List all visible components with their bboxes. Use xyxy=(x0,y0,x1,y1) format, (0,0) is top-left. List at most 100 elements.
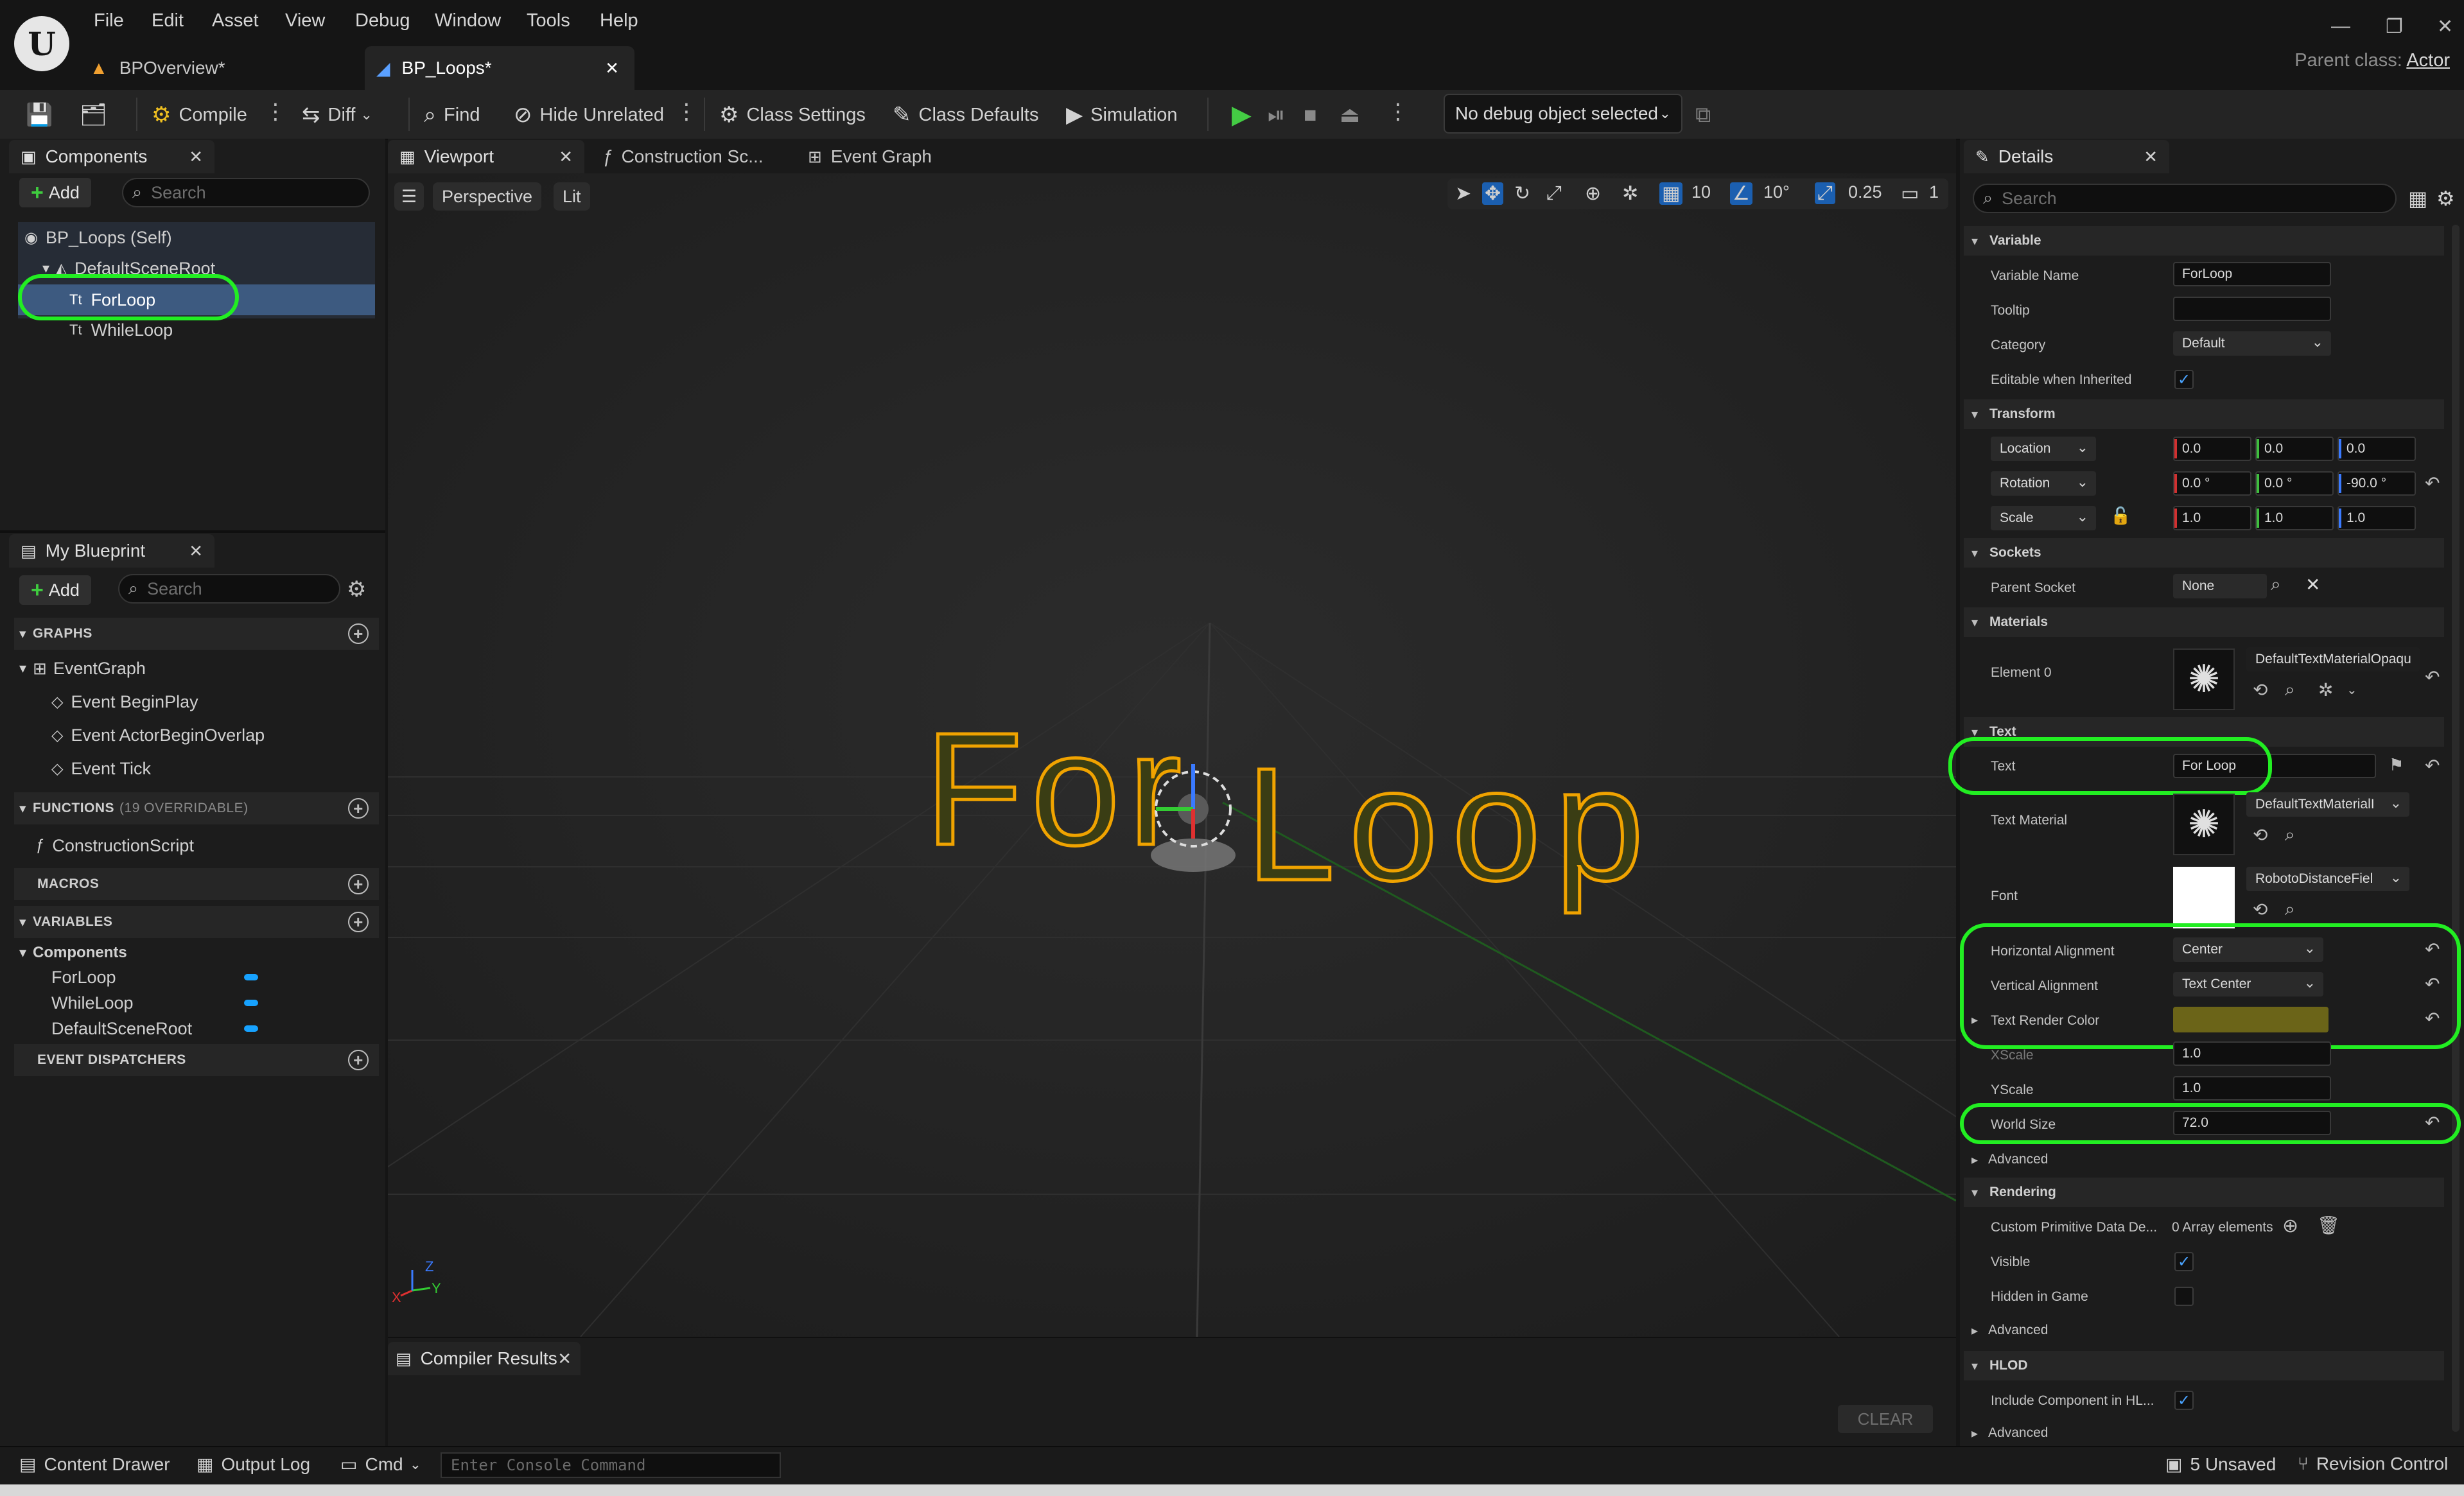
menu-debug[interactable]: Debug xyxy=(355,10,410,31)
settings-gear-icon[interactable]: ⚙ xyxy=(2436,186,2455,211)
variables-section[interactable]: ▾ VARIABLES + xyxy=(14,906,379,938)
scale-snap-value[interactable]: 0.25 xyxy=(1848,182,1882,202)
construction-script-item[interactable]: ƒ ConstructionScript xyxy=(36,829,194,862)
find-button[interactable]: ⌕ Find xyxy=(424,96,480,134)
details-tab[interactable]: ✎ Details ✕ xyxy=(1964,140,2169,173)
rotation-x-field[interactable]: 0.0 ° xyxy=(2173,471,2251,496)
rotation-snap-icon[interactable]: ∠ xyxy=(1730,182,1752,205)
event-beginplay-item[interactable]: ◇ Event BeginPlay xyxy=(51,685,198,718)
output-log-button[interactable]: ▦ Output Log xyxy=(197,1454,310,1475)
viewport-menu-icon[interactable]: ☰ xyxy=(394,182,424,211)
details-scrollbar[interactable] xyxy=(2452,225,2460,1432)
parent-class-link[interactable]: Actor xyxy=(2406,50,2450,71)
clear-button[interactable]: CLEAR xyxy=(1838,1405,1933,1433)
cmd-select[interactable]: ▭ Cmd ⌄ xyxy=(340,1454,421,1475)
add-member-button[interactable]: + Add xyxy=(19,575,91,605)
visible-checkbox[interactable]: ✓ xyxy=(2174,1252,2194,1271)
add-macro-icon[interactable]: + xyxy=(348,874,369,894)
tab-bpoverview[interactable]: ▲ BPOverview* xyxy=(90,46,360,90)
hide-unrelated-button[interactable]: ⊘ Hide Unrelated xyxy=(514,96,664,134)
property-matrix-icon[interactable]: ▦ xyxy=(2408,186,2427,211)
material-options-icon[interactable]: ✲ xyxy=(2318,679,2333,700)
camera-speed-value[interactable]: 1 xyxy=(1929,182,1939,202)
use-selected-icon[interactable]: ⟲ xyxy=(2253,679,2267,700)
close-icon[interactable]: ✕ xyxy=(559,147,573,167)
compile-button[interactable]: ⚙ Compile xyxy=(152,96,247,134)
debug-object-select[interactable]: No debug object selected ⌄ xyxy=(1444,94,1682,134)
class-defaults-button[interactable]: ✎ Class Defaults xyxy=(893,96,1038,134)
hlod-advanced-row[interactable]: ▸ Advanced xyxy=(1964,1422,2444,1445)
play-options-icon[interactable]: ⋮ xyxy=(1387,99,1409,125)
menu-edit[interactable]: Edit xyxy=(152,10,184,31)
text-material-thumbnail[interactable]: ✺ xyxy=(2173,794,2235,855)
sockets-section[interactable]: ▾ Sockets xyxy=(1964,538,2444,568)
eject-icon[interactable]: ⏏ xyxy=(1340,96,1368,134)
menu-asset[interactable]: Asset xyxy=(212,10,259,31)
settings-gear-icon[interactable]: ⚙ xyxy=(347,577,366,602)
unreal-logo-icon[interactable]: U xyxy=(14,16,69,71)
reset-to-default-icon[interactable]: ↶ xyxy=(2425,666,2440,688)
xscale-field[interactable]: 1.0 xyxy=(2173,1041,2331,1066)
close-icon[interactable]: ✕ xyxy=(2144,147,2158,167)
coordinate-space-icon[interactable]: ⊕ xyxy=(1585,182,1601,205)
editable-when-inherited-checkbox[interactable]: ✓ xyxy=(2174,370,2194,389)
transform-section[interactable]: ▾ Transform xyxy=(1964,399,2444,429)
add-dispatcher-icon[interactable]: + xyxy=(348,1050,369,1070)
menu-view[interactable]: View xyxy=(285,10,325,31)
scale-mode-select[interactable]: Scale ⌄ xyxy=(1991,506,2096,530)
revision-control-button[interactable]: ⑂ Revision Control xyxy=(2298,1454,2448,1474)
diff-button[interactable]: ⇆ Diff ⌄ xyxy=(302,96,372,134)
tab-bp-loops[interactable]: ◢ BP_Loops* ✕ xyxy=(365,46,634,90)
for-loop-text-render[interactable]: For Loop xyxy=(912,687,1740,931)
minimize-icon[interactable]: — xyxy=(2331,15,2350,37)
translate-icon[interactable]: ✥ xyxy=(1482,182,1504,205)
select-mode-icon[interactable]: ➤ xyxy=(1455,182,1471,205)
viewport-canvas[interactable]: ☰ Perspective Lit For Loop X Y Z xyxy=(388,173,1956,1337)
localization-flag-icon[interactable]: ⚑ xyxy=(2389,755,2404,775)
use-selected-icon[interactable]: ⟲ xyxy=(2253,899,2267,920)
scale-x-field[interactable]: 1.0 xyxy=(2173,506,2251,530)
variable-defaultsceneroot[interactable]: DefaultSceneRoot xyxy=(51,1012,263,1045)
components-tab[interactable]: ▣ Components ✕ xyxy=(9,140,214,173)
browse-icon[interactable]: 🗂 xyxy=(80,96,115,134)
use-selected-icon[interactable]: ⟲ xyxy=(2253,824,2267,846)
scale-y-field[interactable]: 1.0 xyxy=(2255,506,2334,530)
add-graph-icon[interactable]: + xyxy=(348,623,369,644)
tooltip-field[interactable] xyxy=(2173,297,2331,321)
event-dispatchers-section[interactable]: EVENT DISPATCHERS + xyxy=(14,1044,379,1076)
reset-to-default-icon[interactable]: ↶ xyxy=(2425,473,2440,494)
event-actorbeginoverlap-item[interactable]: ◇ Event ActorBeginOverlap xyxy=(51,718,265,752)
font-thumbnail[interactable] xyxy=(2173,867,2235,928)
event-tick-item[interactable]: ◇ Event Tick xyxy=(51,752,151,785)
save-icon[interactable]: 💾 xyxy=(26,96,60,134)
browse-asset-icon[interactable]: ⌕ xyxy=(2285,899,2295,920)
include-hlod-checkbox[interactable]: ✓ xyxy=(2174,1391,2194,1410)
clear-socket-icon[interactable]: ✕ xyxy=(2305,574,2320,595)
location-x-field[interactable]: 0.0 xyxy=(2173,437,2251,461)
trash-icon[interactable]: 🗑 xyxy=(2317,1215,2340,1236)
close-icon[interactable]: ✕ xyxy=(189,147,203,167)
materials-section[interactable]: ▾ Materials xyxy=(1964,607,2444,637)
close-window-icon[interactable]: ✕ xyxy=(2437,15,2453,38)
menu-file[interactable]: File xyxy=(94,10,124,31)
event-graph-item[interactable]: ▾ ⊞ EventGraph xyxy=(19,652,146,685)
scale-z-field[interactable]: 1.0 xyxy=(2337,506,2416,530)
browse-asset-icon[interactable]: ⌕ xyxy=(2285,679,2295,700)
components-search-input[interactable]: ⌕ Search xyxy=(122,178,370,207)
play-icon[interactable]: ▶ xyxy=(1232,96,1259,134)
category-select[interactable]: Default ⌄ xyxy=(2173,331,2331,356)
location-mode-select[interactable]: Location ⌄ xyxy=(1991,437,2096,461)
menu-help[interactable]: Help xyxy=(600,10,638,31)
stop-icon[interactable]: ■ xyxy=(1304,96,1325,134)
add-element-icon[interactable]: ⊕ xyxy=(2282,1215,2298,1237)
rendering-section[interactable]: ▾ Rendering xyxy=(1964,1178,2444,1207)
lit-button[interactable]: Lit xyxy=(554,182,590,211)
close-icon[interactable]: ✕ xyxy=(189,541,203,561)
material-thumbnail[interactable]: ✺ xyxy=(2173,648,2235,710)
tab-viewport[interactable]: ▦ Viewport ✕ xyxy=(388,140,584,173)
macros-section[interactable]: MACROS + xyxy=(14,868,379,900)
location-y-field[interactable]: 0.0 xyxy=(2255,437,2334,461)
reset-to-default-icon[interactable]: ↶ xyxy=(2425,755,2440,776)
add-function-icon[interactable]: + xyxy=(348,798,369,819)
compiler-results-tab[interactable]: ▤ Compiler Results ✕ xyxy=(388,1342,581,1375)
